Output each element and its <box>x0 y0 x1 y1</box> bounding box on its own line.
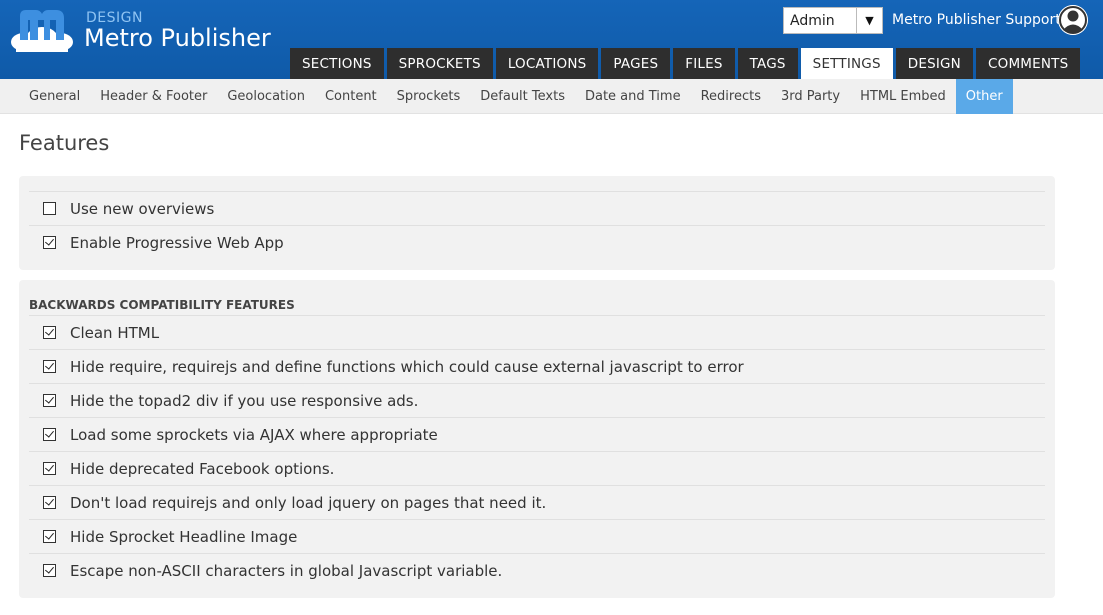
compat-label: Clean HTML <box>70 323 160 342</box>
feature-row: Enable Progressive Web App <box>29 225 1045 259</box>
tab-design[interactable]: DESIGN <box>895 48 973 79</box>
user-name-link[interactable]: Metro Publisher Support <box>892 12 1061 28</box>
subnav-third-party[interactable]: 3rd Party <box>771 79 850 114</box>
compat-label: Hide the topad2 div if you use responsiv… <box>70 391 419 410</box>
subnav-header-footer[interactable]: Header & Footer <box>90 79 217 114</box>
feature-label: Use new overviews <box>70 199 215 218</box>
feature-label: Enable Progressive Web App <box>70 233 284 252</box>
compat-row: Hide deprecated Facebook options. <box>29 451 1045 485</box>
compat-row: Escape non-ASCII characters in global Ja… <box>29 553 1045 587</box>
features-panel: Use new overviews Enable Progressive Web… <box>19 176 1055 270</box>
metro-publisher-logo[interactable] <box>10 6 74 52</box>
tab-tags[interactable]: TAGS <box>737 48 798 79</box>
checkbox[interactable] <box>43 530 56 543</box>
subnav-default-texts[interactable]: Default Texts <box>470 79 575 114</box>
compat-label: Hide deprecated Facebook options. <box>70 459 335 478</box>
checkbox[interactable] <box>43 564 56 577</box>
brand-title: Metro Publisher <box>84 24 271 52</box>
subnav-general[interactable]: General <box>19 79 90 114</box>
tab-files[interactable]: FILES <box>673 48 735 79</box>
checkbox[interactable] <box>43 428 56 441</box>
role-select-value: Admin <box>790 12 835 29</box>
tab-comments[interactable]: COMMENTS <box>976 48 1081 79</box>
compat-label: Escape non-ASCII characters in global Ja… <box>70 561 503 580</box>
checkbox[interactable] <box>43 202 56 215</box>
app-header: DESIGN Metro Publisher Admin ▼ Metro Pub… <box>0 0 1103 79</box>
chevron-down-icon[interactable]: ▼ <box>856 8 882 33</box>
checkbox[interactable] <box>43 360 56 373</box>
subnav-geolocation[interactable]: Geolocation <box>217 79 315 114</box>
compat-label: Load some sprockets via AJAX where appro… <box>70 425 438 444</box>
subnav-sprockets[interactable]: Sprockets <box>387 79 471 114</box>
user-avatar-icon[interactable] <box>1058 5 1088 35</box>
subnav-date-time[interactable]: Date and Time <box>575 79 691 114</box>
compat-label: Hide Sprocket Headline Image <box>70 527 298 546</box>
compat-heading: BACKWARDS COMPATIBILITY FEATURES <box>29 298 295 312</box>
compat-row: Don't load requirejs and only load jquer… <box>29 485 1045 519</box>
compat-panel: BACKWARDS COMPATIBILITY FEATURES Clean H… <box>19 280 1055 598</box>
tab-locations[interactable]: LOCATIONS <box>495 48 599 79</box>
compat-row: Clean HTML <box>29 315 1045 349</box>
checkbox[interactable] <box>43 236 56 249</box>
subnav-other[interactable]: Other <box>955 79 1013 114</box>
compat-row: Hide Sprocket Headline Image <box>29 519 1045 553</box>
subnav-html-embed[interactable]: HTML Embed <box>850 79 956 114</box>
checkbox[interactable] <box>43 326 56 339</box>
subnav-redirects[interactable]: Redirects <box>691 79 771 114</box>
compat-row: Load some sprockets via AJAX where appro… <box>29 417 1045 451</box>
settings-subnav: General Header & Footer Geolocation Cont… <box>0 79 1103 114</box>
tab-pages[interactable]: PAGES <box>601 48 671 79</box>
compat-row: Hide require, requirejs and define funct… <box>29 349 1045 383</box>
feature-row: Use new overviews <box>29 191 1045 225</box>
page-title: Features <box>19 131 110 155</box>
role-select[interactable]: Admin ▼ <box>783 7 883 34</box>
compat-row: Hide the topad2 div if you use responsiv… <box>29 383 1045 417</box>
tab-sprockets[interactable]: SPROCKETS <box>386 48 493 79</box>
main-tabs: SECTIONS SPROCKETS LOCATIONS PAGES FILES… <box>290 48 1081 79</box>
tab-settings[interactable]: SETTINGS <box>800 48 893 79</box>
checkbox[interactable] <box>43 496 56 509</box>
tab-sections[interactable]: SECTIONS <box>290 48 384 79</box>
compat-label: Hide require, requirejs and define funct… <box>70 357 744 376</box>
subnav-content[interactable]: Content <box>315 79 387 114</box>
compat-label: Don't load requirejs and only load jquer… <box>70 493 547 512</box>
checkbox[interactable] <box>43 462 56 475</box>
checkbox[interactable] <box>43 394 56 407</box>
